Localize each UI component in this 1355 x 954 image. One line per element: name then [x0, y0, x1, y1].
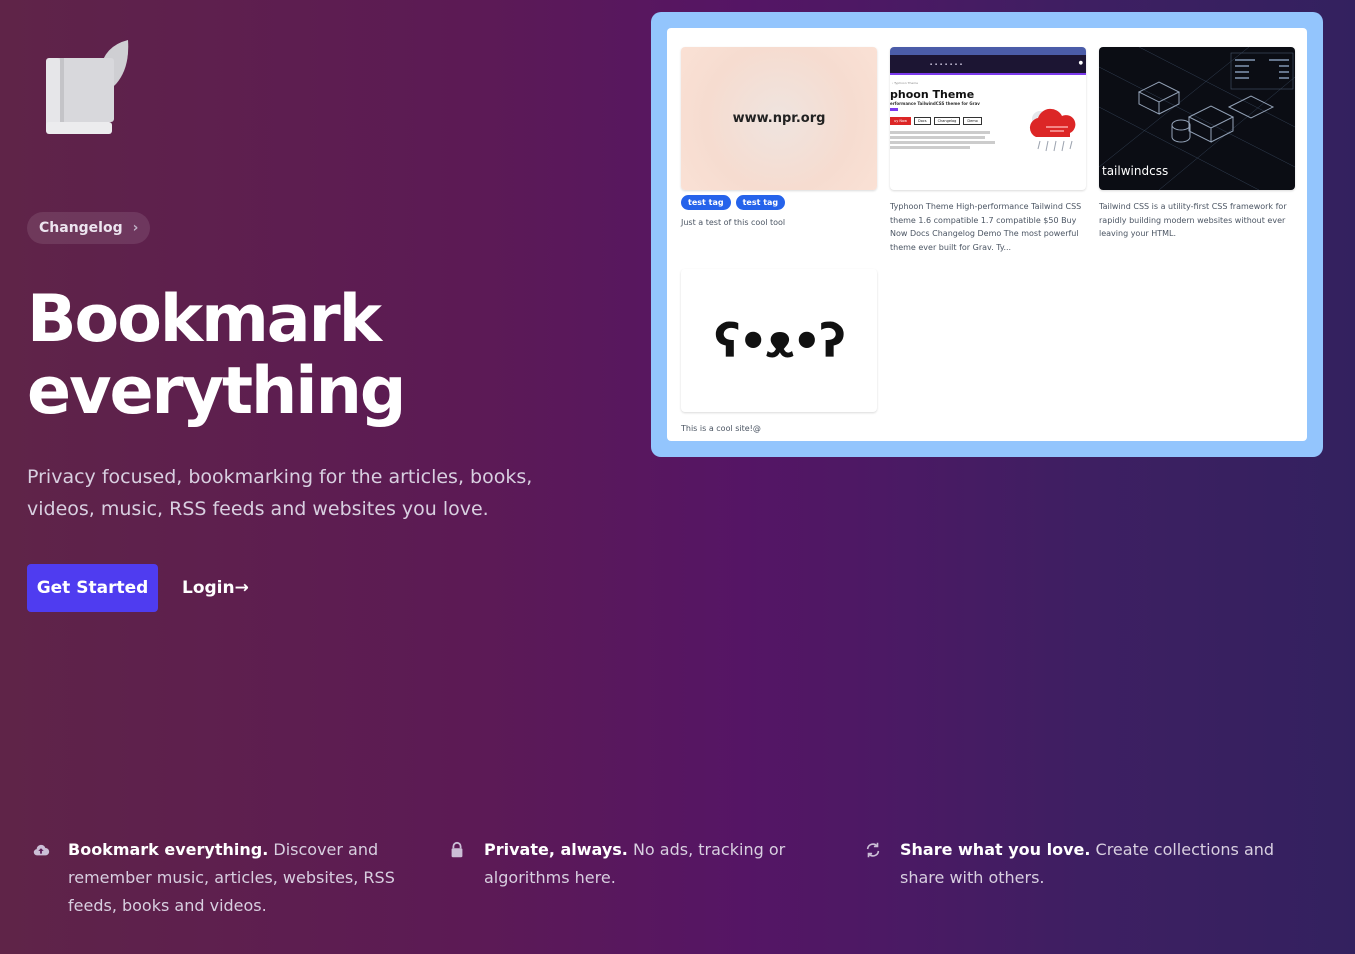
feature-text: algorithms here. — [484, 868, 616, 887]
tag-list: test tag test tag — [681, 195, 877, 210]
card-description: Typhoon Theme High-performance Tailwind … — [890, 202, 1082, 252]
feature-title: Bookmark everything. — [68, 840, 269, 859]
thumbnail-title: phoon Theme — [890, 88, 975, 101]
bookmark-card[interactable]: www.npr.org test tag test tag Just a tes… — [681, 47, 877, 230]
page-title: Bookmark everything — [27, 284, 587, 428]
app-preview-frame: www.npr.org test tag test tag Just a tes… — [651, 12, 1323, 457]
card-description: Tailwind CSS is a utility-first CSS fram… — [1099, 202, 1287, 238]
thumbnail-button: Changelog — [933, 117, 961, 125]
thumbnail-badge — [890, 108, 898, 111]
card-thumbnail[interactable]: www.npr.org — [681, 47, 877, 190]
hero-subtitle: Privacy focused, bookmarking for the art… — [27, 466, 533, 520]
card-thumbnail[interactable]: ʕ•ᴥ•ʔ — [681, 269, 877, 412]
changelog-label: Changelog — [39, 220, 123, 236]
thumbnail-button: Docs — [914, 117, 931, 125]
feature-text: remember music, articles, websites, RSS — [68, 868, 395, 887]
login-link[interactable]: Login→ — [182, 564, 249, 612]
title-line-2: everything — [27, 354, 406, 429]
card-description: This is a cool site!@ — [681, 424, 761, 433]
card-thumbnail[interactable]: ▪ ▪ ▪ ▪ ▪ ▪ ▪ ● ‹ Typhoon Theme phoon Th… — [890, 47, 1086, 190]
feature-text: feeds, books and videos. — [68, 896, 267, 915]
feature-title: Private, always. — [484, 840, 628, 859]
thumbnail-text: ʕ•ᴥ•ʔ — [714, 313, 846, 368]
thumbnail-breadcrumb: ‹ Typhoon Theme — [892, 81, 918, 85]
card-description: Just a test of this cool tool — [681, 218, 786, 227]
feature-text: share with others. — [900, 868, 1045, 887]
chevron-right-icon: › — [132, 220, 139, 236]
tag-badge[interactable]: test tag — [735, 195, 786, 210]
changelog-link[interactable]: Changelog › — [27, 212, 150, 244]
card-thumbnail[interactable]: tailwindcss — [1099, 47, 1295, 190]
thumbnail-text: www.npr.org — [732, 111, 826, 126]
bookmark-card[interactable]: ʕ•ᴥ•ʔ This is a cool site!@ — [681, 269, 877, 436]
bookmark-card[interactable]: tailwindcss Tailwind CSS is a utility-fi… — [1099, 47, 1295, 241]
thumbnail-nav-links: ▪ ▪ ▪ ▪ ▪ ▪ ▪ — [930, 62, 963, 66]
thumbnail-text: tailwindcss — [1102, 164, 1169, 178]
bookmark-logo-icon[interactable] — [44, 40, 130, 136]
twitter-icon: ● — [1078, 60, 1083, 66]
app-preview: www.npr.org test tag test tag Just a tes… — [667, 28, 1307, 441]
thumbnail-nav: ▪ ▪ ▪ ▪ ▪ ▪ ▪ ● — [890, 55, 1086, 75]
thumbnail-banner — [890, 47, 1086, 55]
feature-text: Discover and — [268, 840, 379, 859]
get-started-button[interactable]: Get Started — [27, 564, 158, 612]
tag-badge[interactable]: test tag — [681, 195, 731, 210]
thumbnail-button: Demo — [963, 117, 982, 125]
feature-text: No ads, tracking or — [627, 840, 786, 859]
feature-title: Share what you love. — [900, 840, 1091, 859]
thumbnail-paragraph — [890, 131, 1000, 149]
feature-text: Create collections and — [1090, 840, 1275, 859]
title-line-1: Bookmark — [27, 282, 382, 357]
thumbnail-button: uy Now — [890, 117, 912, 125]
cloud-upload-icon — [33, 844, 50, 856]
lock-icon — [451, 841, 463, 858]
storm-cloud-icon — [1029, 108, 1076, 152]
refresh-icon — [866, 842, 880, 858]
bookmark-card[interactable]: ▪ ▪ ▪ ▪ ▪ ▪ ▪ ● ‹ Typhoon Theme phoon Th… — [890, 47, 1086, 254]
